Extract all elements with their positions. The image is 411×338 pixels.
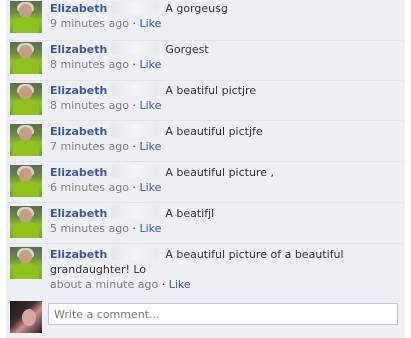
redacted-surname: [111, 124, 160, 137]
comment-item: Elizabeth A beautiful pictjfe 7 minutes a…: [6, 120, 405, 162]
comment-text: A gorgeusg: [165, 2, 228, 15]
comment-timestamp[interactable]: 5 minutes ago: [50, 222, 129, 235]
comment-item: Elizabeth A beautiful picture , 6 minutes…: [6, 161, 405, 203]
commenter-name[interactable]: Elizabeth: [50, 84, 107, 97]
comment-body: Elizabeth A beautiful pictjfe 7 minutes a…: [50, 124, 401, 154]
comment-timestamp[interactable]: 7 minutes ago: [50, 140, 129, 153]
like-link[interactable]: Like: [139, 99, 161, 112]
comment-input[interactable]: [48, 303, 398, 325]
comment-body: Elizabeth A beatiful pictjre 8 minutes ag…: [50, 83, 401, 113]
comment-body: Elizabeth A gorgeusg 9 minutes ago · Like: [50, 1, 401, 31]
meta-separator: ·: [132, 58, 136, 71]
redacted-surname: [111, 206, 160, 219]
comment-text: A beautiful picture ,: [165, 166, 274, 179]
comment-text: A beatifjl: [165, 207, 215, 220]
comment-body: Elizabeth Gorgest 8 minutes ago · Like: [50, 42, 401, 72]
meta-separator: ·: [132, 99, 136, 112]
redacted-surname: [111, 1, 160, 14]
meta-separator: ·: [161, 278, 166, 291]
avatar[interactable]: [10, 247, 42, 279]
like-link[interactable]: Like: [139, 181, 161, 194]
comments-page: Elizabeth A gorgeusg 9 minutes ago · Like…: [0, 0, 411, 338]
comment-timestamp[interactable]: 8 minutes ago: [50, 99, 129, 112]
comment-body: Elizabeth A beautiful picture , 6 minutes…: [50, 165, 401, 195]
comment-timestamp[interactable]: 6 minutes ago: [50, 181, 129, 194]
comment-text: A beatiful pictjre: [165, 84, 257, 97]
redacted-surname: [111, 83, 160, 96]
meta-separator: ·: [132, 222, 136, 235]
comment-timestamp[interactable]: about a minute ago: [50, 278, 158, 291]
avatar[interactable]: [10, 165, 42, 197]
comment-text: A beautiful picture of a beautiful: [165, 248, 344, 261]
commenter-name[interactable]: Elizabeth: [50, 43, 107, 56]
commenter-name[interactable]: Elizabeth: [50, 2, 107, 15]
comment-item: Elizabeth A beatifjl 5 minutes ago · Like: [6, 202, 405, 244]
comment-text: Gorgest: [165, 43, 209, 56]
comment-item: Elizabeth A beautiful picture of a beauti…: [6, 243, 405, 298]
like-link[interactable]: Like: [139, 222, 161, 235]
meta-separator: ·: [132, 17, 136, 30]
comment-text-continued: grandaughter! Lo: [50, 263, 147, 276]
avatar[interactable]: [10, 83, 42, 115]
comment-item: Elizabeth A gorgeusg 9 minutes ago · Like: [6, 0, 405, 41]
avatar[interactable]: [10, 42, 42, 74]
comment-text: A beautiful pictjfe: [165, 125, 263, 138]
comment-timestamp[interactable]: 8 minutes ago: [50, 58, 129, 71]
comment-item: Elizabeth A beatiful pictjre 8 minutes ag…: [6, 80, 405, 121]
like-link[interactable]: Like: [139, 17, 161, 30]
current-user-avatar[interactable]: [10, 301, 42, 333]
redacted-surname: [111, 42, 160, 55]
commenter-name[interactable]: Elizabeth: [50, 207, 107, 220]
redacted-surname: [111, 165, 160, 178]
commenter-name[interactable]: Elizabeth: [50, 166, 107, 179]
redacted-surname: [111, 247, 160, 260]
like-link[interactable]: Like: [139, 140, 161, 153]
comment-timestamp[interactable]: 9 minutes ago: [50, 17, 129, 30]
avatar[interactable]: [10, 124, 42, 156]
meta-separator: ·: [132, 181, 136, 194]
like-link[interactable]: Like: [169, 278, 191, 291]
like-link[interactable]: Like: [139, 58, 161, 71]
meta-separator: ·: [132, 140, 136, 153]
commenter-name[interactable]: Elizabeth: [50, 248, 107, 261]
comment-body: Elizabeth A beautiful picture of a beauti…: [50, 247, 401, 292]
avatar[interactable]: [10, 1, 42, 33]
comment-composer: [6, 297, 405, 338]
comment-item: Elizabeth Gorgest 8 minutes ago · Like: [6, 40, 405, 81]
commenter-name[interactable]: Elizabeth: [50, 125, 107, 138]
comment-body: Elizabeth A beatifjl 5 minutes ago · Like: [50, 206, 401, 236]
avatar[interactable]: [10, 206, 42, 238]
comments-panel: Elizabeth A gorgeusg 9 minutes ago · Like…: [6, 0, 405, 338]
